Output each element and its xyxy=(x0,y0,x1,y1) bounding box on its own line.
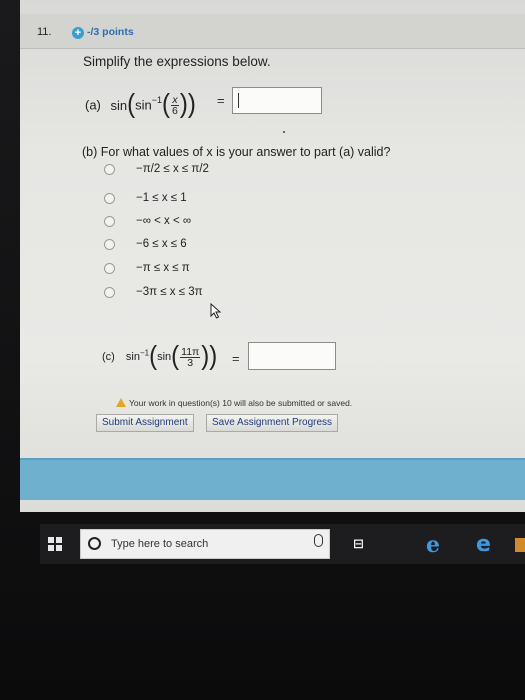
radio-circle-icon[interactable] xyxy=(104,216,115,227)
warning-icon xyxy=(116,398,126,407)
part-c-answer-input[interactable] xyxy=(248,342,336,370)
radio-circle-icon[interactable] xyxy=(104,263,115,274)
windows-taskbar: Type here to search ⊟ e e xyxy=(40,524,525,564)
submit-assignment-button[interactable]: Submit Assignment xyxy=(96,414,194,432)
ie-browser-icon[interactable]: e xyxy=(476,532,491,557)
question-header: 11. + -/3 points xyxy=(20,14,525,49)
taskbar-search-box[interactable]: Type here to search xyxy=(80,529,330,559)
question-number: 11. xyxy=(37,26,52,38)
radio-circle-icon[interactable] xyxy=(104,164,115,175)
inverse-exponent: −1 xyxy=(151,95,163,106)
submission-warning: Your work in question(s) 10 will also be… xyxy=(116,398,352,408)
part-c-equals: = xyxy=(232,351,240,366)
fraction-11pi-over-3: 11π 3 xyxy=(180,345,201,369)
expand-plus-icon[interactable]: + xyxy=(72,27,84,39)
part-a-answer-input[interactable] xyxy=(232,87,322,114)
mouse-cursor-icon xyxy=(210,303,222,319)
inner-sin: sin xyxy=(135,97,152,113)
page-footer-band xyxy=(20,458,525,500)
outer-sin-inverse: sin xyxy=(125,351,140,363)
part-c-label: (c) xyxy=(102,351,115,363)
part-a-expression: (a) sin(sin−1(x 6)) xyxy=(85,89,196,120)
fraction-x-over-6: x6 xyxy=(171,93,179,117)
task-view-icon[interactable]: ⊟ xyxy=(353,536,369,552)
part-c-expression: (c) sin−1(sin(11π 3)) xyxy=(102,341,218,372)
search-placeholder: Type here to search xyxy=(111,538,209,550)
part-a-label: (a) xyxy=(85,97,101,113)
part-a-equals: = xyxy=(217,93,225,108)
edge-browser-icon[interactable]: e xyxy=(426,532,440,558)
save-progress-button[interactable]: Save Assignment Progress xyxy=(206,414,339,432)
points-label: -/3 points xyxy=(87,26,134,38)
windows-start-icon[interactable] xyxy=(48,537,62,551)
microphone-icon[interactable] xyxy=(314,534,323,547)
radio-circle-icon[interactable] xyxy=(104,287,115,298)
inner-sin: sin xyxy=(157,351,172,363)
app-icon[interactable] xyxy=(515,538,525,552)
radio-circle-icon[interactable] xyxy=(104,239,115,250)
radio-circle-icon[interactable] xyxy=(104,193,115,204)
assignment-page: 11. + -/3 points Simplify the expression… xyxy=(20,0,525,512)
outer-sin: sin xyxy=(110,97,128,113)
question-prompt: Simplify the expressions below. xyxy=(83,54,271,69)
cortana-circle-icon xyxy=(88,537,101,550)
part-b-prompt: (b) For what values of x is your answer … xyxy=(82,145,391,159)
